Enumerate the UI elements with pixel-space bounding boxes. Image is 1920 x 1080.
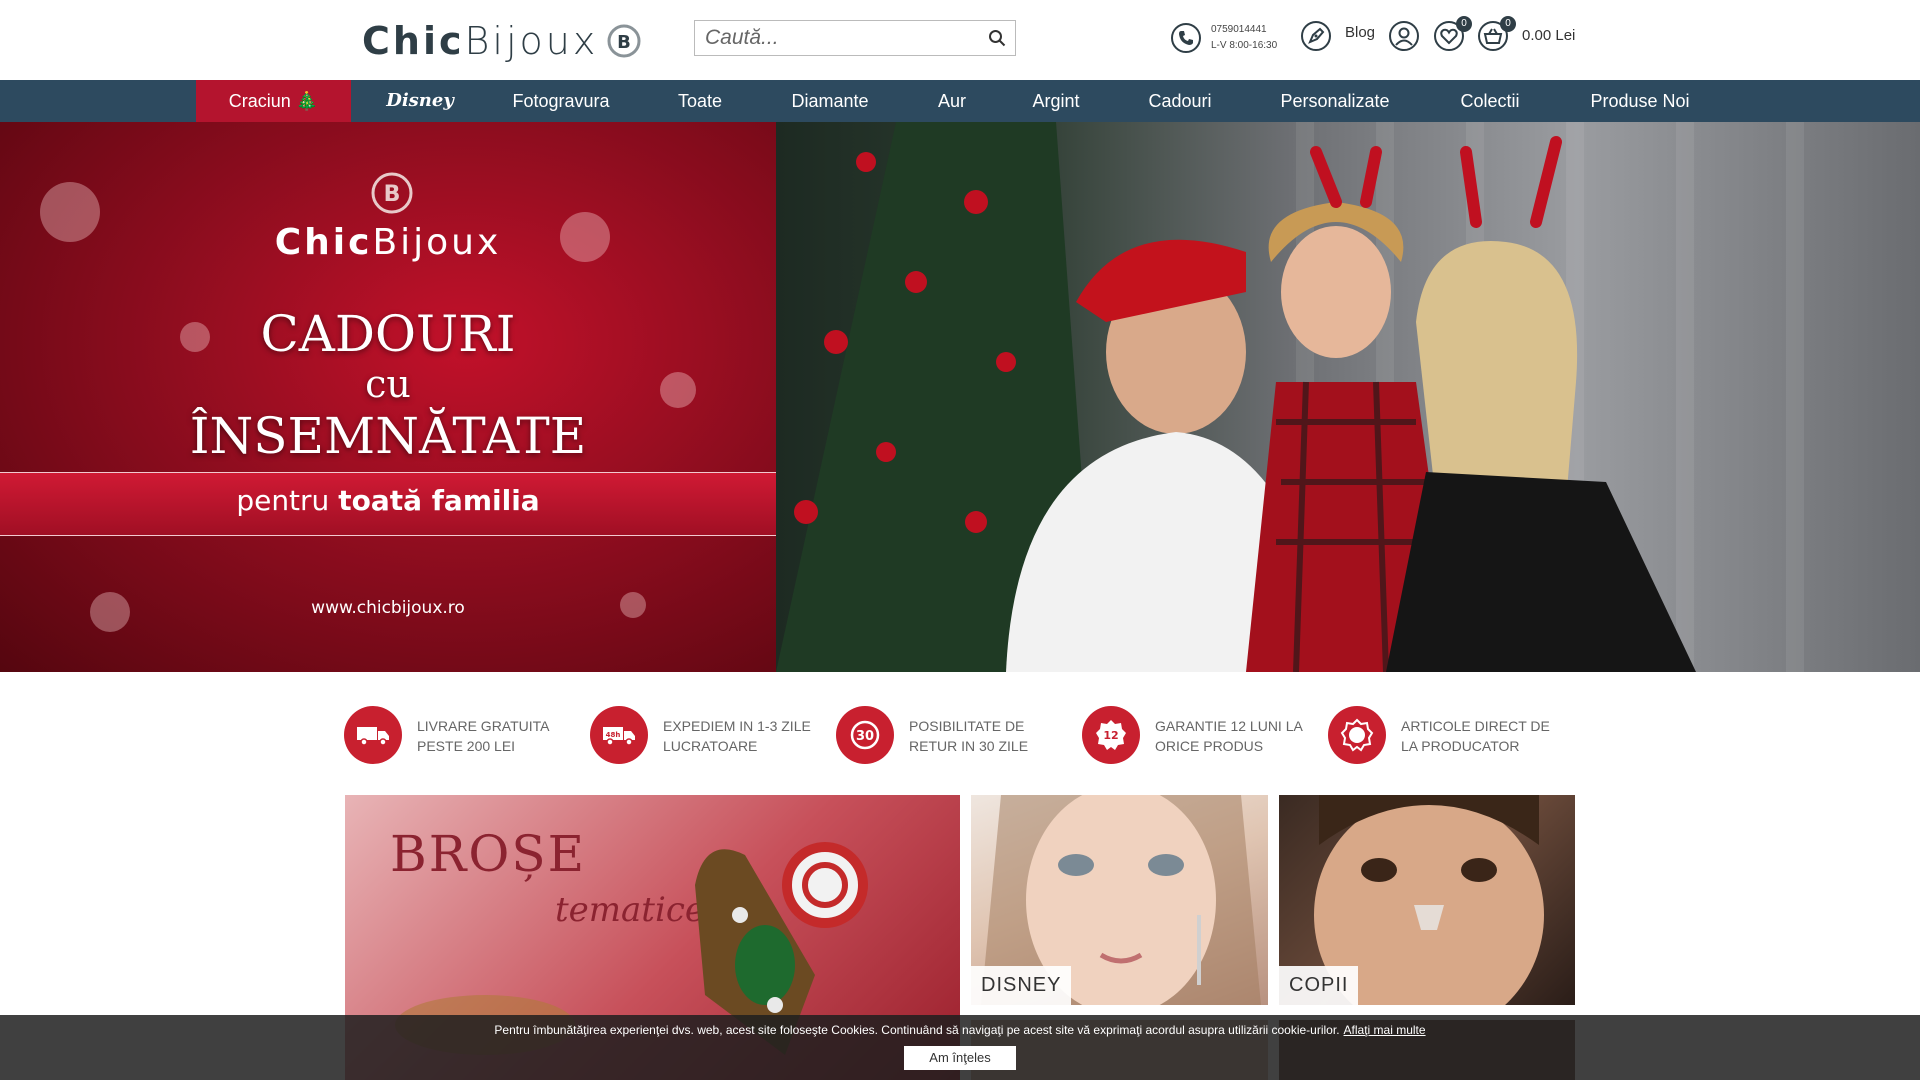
cookie-message: Pentru îmbunătăţirea experienţei dvs. we… — [494, 1023, 1340, 1037]
48h-truck-icon: 48h — [590, 706, 648, 764]
hero-band-prefix: pentru — [236, 484, 330, 517]
hero-title-line3: ÎNSEMNĂTATE — [189, 407, 587, 465]
feature-text-line2: la producator — [1401, 738, 1520, 754]
nav-item-personalizate[interactable]: Personalizate — [1260, 80, 1410, 122]
nav-item-disney[interactable]: Disney — [370, 80, 470, 122]
feature-free-shipping: Livrare gratuita peste 200 Lei — [344, 706, 584, 766]
nav-item-produse-noi[interactable]: Produse Noi — [1570, 80, 1710, 122]
feature-text-line2: orice produs — [1155, 738, 1264, 754]
cookie-accept-button[interactable]: Am înţeles — [904, 1046, 1016, 1070]
cookie-consent-bar: Pentru îmbunătăţirea experienţei dvs. we… — [0, 1015, 1920, 1080]
hero-logo-text: ChicBijoux — [0, 222, 776, 263]
feature-return: 30 Posibilitate de retur in 30 zile — [836, 706, 1076, 766]
svg-text:48h: 48h — [606, 731, 621, 739]
nav-item-argint[interactable]: Argint — [1010, 80, 1102, 122]
feature-text-line1: Expediem in 1-3 zile — [663, 718, 811, 734]
favorites-count-badge: 0 — [1456, 16, 1472, 32]
nav-item-colectii[interactable]: Colectii — [1440, 80, 1540, 122]
svg-text:12: 12 — [1103, 729, 1118, 742]
user-account-icon[interactable] — [1388, 20, 1420, 52]
feature-producer: Articole direct de la producator — [1328, 706, 1568, 766]
search-icon — [989, 30, 1006, 47]
feature-text-line2: retur in 30 zile — [909, 738, 1029, 754]
logo-text-bijoux: Bijoux — [464, 19, 599, 63]
nav-item-diamante[interactable]: Diamante — [770, 80, 890, 122]
hero-band-bold: toată familia — [338, 484, 540, 517]
cookie-more-info-link[interactable]: Aflaţi mai multe — [1344, 1023, 1426, 1037]
return-30-icon: 30 — [836, 706, 894, 764]
nav-item-toate[interactable]: Toate — [660, 80, 740, 122]
tile-disney-label: DISNEY — [971, 966, 1072, 1005]
svg-text:B: B — [384, 182, 401, 207]
nav-item-aur[interactable]: Aur — [920, 80, 984, 122]
phone-icon[interactable] — [1170, 22, 1202, 54]
hero-text-panel: B ChicBijoux CADOURI cu ÎNSEMNĂTATE pent… — [0, 122, 776, 672]
hero-logo-chic: Chic — [274, 222, 373, 263]
warranty-12-icon: 12 — [1082, 706, 1140, 764]
hero-logo-bijoux: Bijoux — [372, 222, 502, 263]
feature-text-line1: Posibilitate de — [909, 718, 1025, 734]
search-button[interactable] — [979, 21, 1015, 55]
hero-logo-mark-icon: B — [371, 172, 413, 214]
hero-title-line1: CADOURI — [260, 305, 516, 363]
nav-item-cadouri[interactable]: Cadouri — [1130, 80, 1230, 122]
tile-copii[interactable]: COPII — [1279, 795, 1575, 1005]
feature-text-line1: Garantie 12 luni la — [1155, 718, 1303, 734]
tile-copii-label: COPII — [1279, 966, 1359, 1005]
cookie-message-wrap: Pentru îmbunătăţirea experienţei dvs. we… — [0, 1023, 1920, 1037]
svg-text:30: 30 — [856, 729, 874, 744]
logo-text-chic: Chic — [362, 19, 465, 63]
truck-icon — [344, 706, 402, 764]
hero-url: www.chicbijoux.ro — [311, 598, 465, 618]
main-navigation: Craciun 🎄 Disney Fotogravura Toate Diama… — [0, 80, 1920, 122]
blog-pen-icon[interactable] — [1300, 20, 1332, 52]
site-logo[interactable]: Chic Bijoux B — [362, 18, 642, 64]
feature-warranty: 12 Garantie 12 luni la orice produs — [1082, 706, 1322, 766]
search-input[interactable] — [695, 21, 979, 55]
cart-count-badge: 0 — [1500, 16, 1516, 32]
hero-title-line2: cu — [365, 362, 411, 406]
nav-item-fotogravura[interactable]: Fotogravura — [496, 80, 626, 122]
hero-band-text: pentru toată familia — [0, 484, 776, 517]
phone-hours: L-V 8:00-16:30 — [1211, 40, 1278, 51]
search-box — [694, 20, 1016, 56]
blog-link[interactable]: Blog — [1345, 24, 1375, 41]
hero-photo-illustration — [776, 122, 1696, 672]
tile-disney[interactable]: DISNEY — [971, 795, 1268, 1005]
feature-text-line1: Articole direct de — [1401, 718, 1550, 734]
hero-family-photo — [776, 122, 1920, 672]
phone-number: 0759014441 — [1211, 24, 1267, 35]
site-header: Chic Bijoux B 0759014441 L-V 8:00-16:30 — [0, 0, 1920, 80]
logo-mark-icon: B — [607, 24, 641, 58]
phone-info[interactable]: 0759014441 L-V 8:00-16:30 — [1211, 22, 1277, 54]
features-strip: Livrare gratuita peste 200 Lei 48h Expedi… — [344, 706, 1584, 766]
svg-text:B: B — [617, 32, 631, 53]
cart-total[interactable]: 0.00 Lei — [1522, 27, 1575, 44]
feature-dispatch: 48h Expediem in 1-3 zile lucratoare — [590, 706, 830, 766]
feature-text-line2: lucratoare — [663, 738, 758, 754]
feature-text-line1: Livrare gratuita — [417, 718, 550, 734]
feature-text-line2: peste 200 Lei — [417, 738, 516, 754]
hero-banner[interactable]: B ChicBijoux CADOURI cu ÎNSEMNĂTATE pent… — [0, 122, 1920, 672]
nav-item-craciun[interactable]: Craciun 🎄 — [196, 80, 351, 122]
original-badge-icon — [1328, 706, 1386, 764]
